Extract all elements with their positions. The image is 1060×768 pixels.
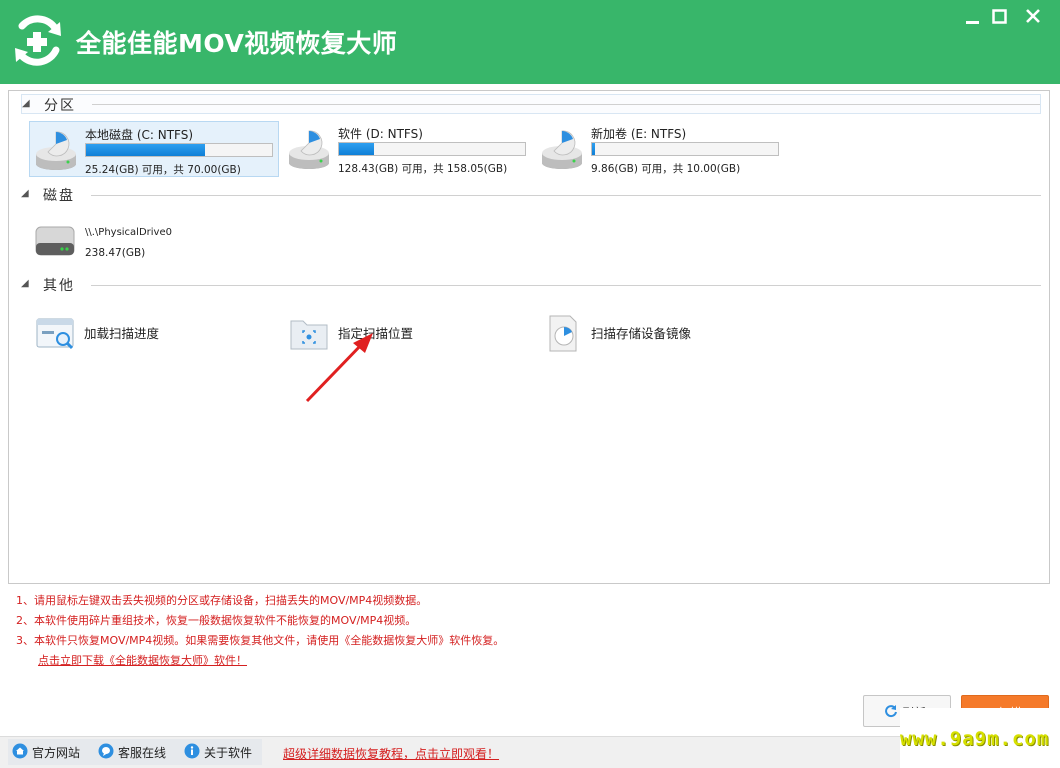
main-panel: ◢ 分区 本地磁盘 (C: NTFS) 25.24(GB) 可用，共 70.00… [8, 90, 1050, 584]
disk-name: \\.\PhysicalDrive0 [85, 227, 172, 238]
drive-d[interactable]: 软件 (D: NTFS) 128.43(GB) 可用，共 158.05(GB) [283, 121, 533, 177]
drive-c[interactable]: 本地磁盘 (C: NTFS) 25.24(GB) 可用，共 70.00(GB) [29, 121, 279, 177]
hard-drive-icon [542, 130, 582, 169]
section-disks-label: 磁盘 [43, 188, 75, 204]
red-arrow-annotation-icon [305, 333, 373, 403]
section-others[interactable]: ◢ 其他 [21, 275, 1041, 295]
about-software-label: 关于软件 [204, 746, 253, 760]
drive-usage-bar [338, 142, 526, 156]
hard-drive-icon [36, 131, 76, 170]
section-divider [91, 285, 1041, 286]
section-partitions[interactable]: ◢ 分区 [21, 94, 1041, 114]
section-disks[interactable]: ◢ 磁盘 [21, 185, 1041, 205]
physical-disk-0[interactable]: \\.\PhysicalDrive0 238.47(GB) [29, 217, 289, 261]
drive-usage-fill [592, 143, 595, 155]
disk-image-icon [549, 315, 577, 352]
tutorial-link[interactable]: 超级详细数据恢复教程，点击立即观看！ [283, 745, 499, 762]
customer-service-label: 客服在线 [118, 746, 167, 760]
other-item-label: 扫描存储设备镜像 [591, 326, 692, 341]
instruction-notes: 1、请用鼠标左键双击丢失视频的分区或存储设备，扫描丢失的MOV/MP4视频数据。… [16, 592, 716, 672]
watermark: www.9a9m.com [900, 708, 1060, 768]
collapse-arrow-icon[interactable]: ◢ [21, 278, 29, 289]
collapse-arrow-icon[interactable]: ◢ [21, 188, 29, 199]
drive-name: 新加卷 (E: NTFS) [591, 127, 687, 141]
note-line: 3、本软件只恢复MOV/MP4视频。如果需要恢复其他文件，请使用《全能数据恢复大… [16, 634, 505, 647]
disk-size: 238.47(GB) [85, 247, 146, 259]
drive-usage-fill [339, 143, 375, 155]
drive-size: 9.86(GB) 可用，共 10.00(GB) [591, 163, 741, 175]
home-icon [12, 743, 28, 759]
drive-name: 本地磁盘 (C: NTFS) [85, 128, 194, 142]
hard-drive-icon [289, 130, 329, 169]
load-scan-progress-icon [36, 318, 74, 350]
drive-usage-bar [85, 143, 273, 157]
minimize-icon [966, 21, 979, 24]
close-icon [1026, 9, 1040, 23]
section-partitions-label: 分区 [44, 98, 76, 114]
chat-bubble-icon [98, 743, 114, 759]
other-item-label: 加载扫描进度 [84, 326, 160, 341]
download-recovery-link[interactable]: 点击立即下载《全能数据恢复大师》软件！ [38, 654, 247, 667]
official-website-label: 官方网站 [32, 746, 81, 760]
scan-disk-image-item[interactable]: 扫描存储设备镜像 [536, 309, 786, 353]
drive-size: 25.24(GB) 可用，共 70.00(GB) [85, 164, 241, 176]
title-bar: 全能佳能MOV视频恢复大师 [0, 0, 1060, 84]
maximize-icon [992, 9, 1007, 24]
note-line: 2、本软件使用碎片重组技术，恢复一般数据恢复软件不能恢复的MOV/MP4视频。 [16, 614, 417, 627]
maximize-button[interactable] [987, 6, 1013, 28]
drive-usage-bar [591, 142, 779, 156]
app-title: 全能佳能MOV视频恢复大师 [76, 29, 398, 58]
watermark-text: www.9a9m.com [900, 728, 1050, 750]
section-others-label: 其他 [43, 278, 75, 294]
drive-e[interactable]: 新加卷 (E: NTFS) 9.86(GB) 可用，共 10.00(GB) [536, 121, 786, 177]
drive-usage-fill [86, 144, 206, 156]
app-logo-icon [15, 15, 61, 66]
section-divider [92, 104, 1040, 105]
refresh-icon [885, 705, 897, 718]
drive-name: 软件 (D: NTFS) [338, 127, 423, 141]
drive-size: 128.43(GB) 可用，共 158.05(GB) [338, 163, 508, 175]
load-scan-progress-item[interactable]: 加载扫描进度 [29, 309, 279, 353]
physical-disk-icon [35, 226, 75, 256]
info-icon [184, 743, 200, 759]
section-divider [91, 195, 1041, 196]
footer-links: 官方网站 客服在线 关于软件 [8, 739, 262, 765]
note-line: 1、请用鼠标左键双击丢失视频的分区或存储设备，扫描丢失的MOV/MP4视频数据。 [16, 594, 428, 607]
collapse-arrow-icon[interactable]: ◢ [22, 98, 30, 109]
close-button[interactable] [1020, 6, 1046, 28]
minimize-button[interactable] [960, 6, 986, 28]
